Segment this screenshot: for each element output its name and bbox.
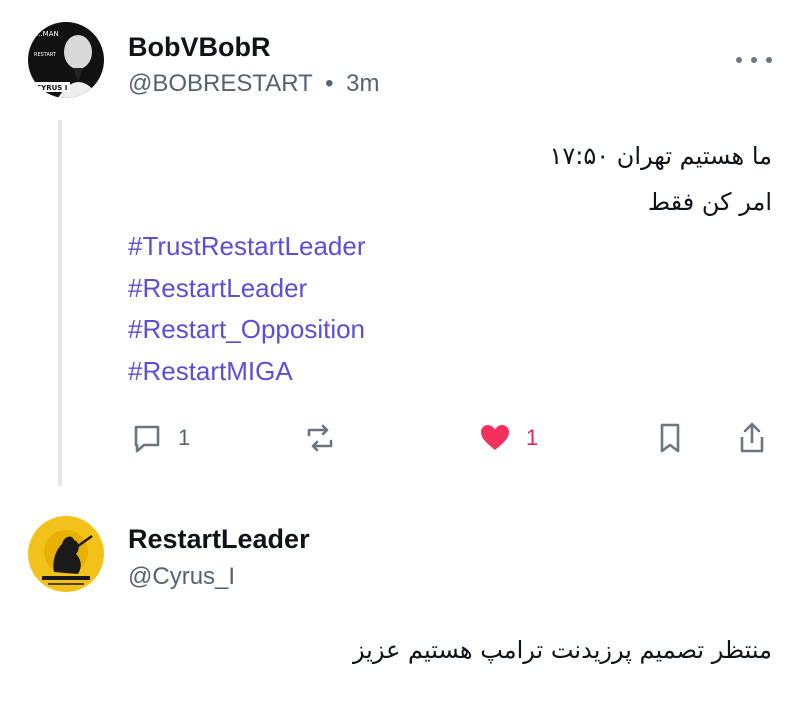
handle[interactable]: @BOBRESTART (128, 70, 312, 97)
svg-text:CYRUS I: CYRUS I (36, 84, 67, 92)
action-bar: 1 1 (0, 418, 800, 458)
more-icon[interactable] (736, 50, 772, 70)
hashtag-link[interactable]: #Restart_Opposition (128, 314, 365, 345)
post-restartleader[interactable]: RestartLeader @Cyrus_I منتظر تصمیم پرزید… (0, 500, 800, 704)
bookmark-button[interactable] (658, 418, 682, 458)
display-name[interactable]: BobVBobR (128, 32, 270, 63)
avatar[interactable]: ...MAN RESTART CYRUS I (28, 22, 104, 98)
post-text-line: ما هستیم تهران ۱۷:۵۰ (549, 142, 772, 170)
hashtag-link[interactable]: #RestartLeader (128, 273, 307, 304)
share-icon (740, 422, 764, 453)
repost-button[interactable] (302, 418, 352, 458)
separator: • (325, 70, 334, 97)
author-meta: @BOBRESTART • 3m (128, 70, 380, 98)
reply-button[interactable]: 1 (130, 418, 190, 458)
share-button[interactable] (736, 418, 768, 458)
svg-text:RESTART: RESTART (34, 52, 57, 58)
avatar-image (28, 516, 104, 592)
bookmark-icon (660, 423, 680, 453)
post-text-line: امر کن فقط (647, 188, 772, 216)
post-bobvbobr[interactable]: ...MAN RESTART CYRUS I BobVBobR @BOBREST… (0, 0, 800, 500)
post-text-line: منتظر تصمیم پرزیدنت ترامپ هستیم عزیز (352, 636, 772, 664)
avatar[interactable] (28, 516, 104, 592)
heart-icon (481, 425, 509, 450)
display-name[interactable]: RestartLeader (128, 524, 310, 555)
hashtag-link[interactable]: #RestartMIGA (128, 356, 293, 387)
hashtag-link[interactable]: #TrustRestartLeader (128, 231, 365, 262)
like-count: 1 (526, 425, 539, 450)
reply-icon (134, 425, 160, 453)
like-button[interactable]: 1 (478, 418, 538, 458)
repost-icon (307, 424, 333, 452)
svg-text:...MAN: ...MAN (36, 30, 59, 38)
avatar-image: ...MAN RESTART CYRUS I (28, 22, 104, 98)
reply-count: 1 (178, 425, 191, 450)
timestamp[interactable]: 3m (346, 70, 379, 97)
handle[interactable]: @Cyrus_I (128, 563, 235, 591)
